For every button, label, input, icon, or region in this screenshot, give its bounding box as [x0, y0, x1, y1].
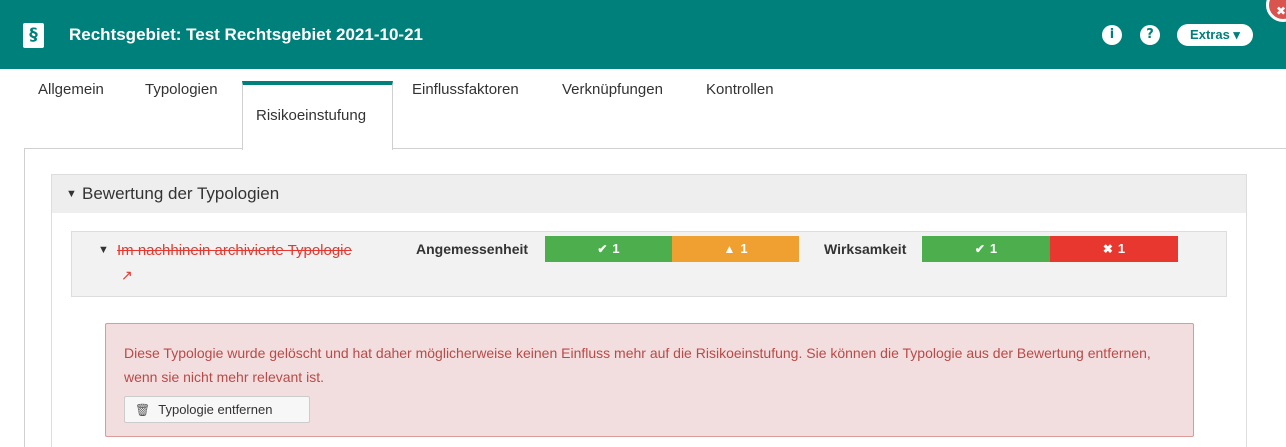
check-circle-icon: ✔ [974, 242, 985, 256]
angemessenheit-warning-bar: ▲ 1 [672, 236, 799, 262]
alert-message: Diese Typologie wurde gelöscht und hat d… [124, 345, 1151, 385]
angemessenheit-label: Angemessenheit [416, 241, 529, 257]
angemessenheit-warning-count: 1 [740, 241, 748, 256]
wirksamkeit-label: Wirksamkeit [824, 241, 907, 257]
remove-typology-label: Typologie entfernen [158, 402, 273, 417]
tab-allgemein[interactable]: Allgemein [38, 81, 104, 149]
tab-kontrollen[interactable]: Kontrollen [706, 81, 774, 149]
typology-name: Im nachhinein archivierte Typologie [117, 242, 352, 259]
window-title: Rechtsgebiet: Test Rechtsgebiet 2021-10-… [69, 25, 423, 44]
wirksamkeit-ok-bar: ✔ 1 [922, 236, 1050, 262]
trash-icon: 🗑 [135, 403, 151, 417]
tab-verknuepfungen[interactable]: Verknüpfungen [562, 81, 663, 149]
remove-typology-button[interactable]: 🗑 Typologie entfernen [124, 396, 310, 423]
check-circle-icon: ✔ [597, 242, 608, 256]
tab-typologien[interactable]: Typologien [145, 81, 218, 149]
wirksamkeit-error-bar: ✖ 1 [1050, 236, 1178, 262]
wirksamkeit-ok-count: 1 [989, 241, 998, 256]
tab-bar: Allgemein Typologien Risikoeinstufung Ei… [0, 81, 1286, 150]
close-icon[interactable]: ✖ [1266, 0, 1286, 22]
tab-risikoeinstufung[interactable]: Risikoeinstufung [242, 81, 393, 150]
angemessenheit-ok-bar: ✔ 1 [545, 236, 672, 262]
typology-caret-down-icon[interactable]: ▼ [98, 244, 109, 256]
section-header-bewertung[interactable]: ▼ Bewertung der Typologien [51, 174, 1247, 214]
warning-icon: ▲ [723, 242, 736, 256]
typology-link[interactable]: Im nachhinein archivierte Typologie ↗ [117, 239, 357, 288]
extras-dropdown-button[interactable]: Extras ▾ [1177, 24, 1253, 46]
caret-down-icon: ▼ [66, 188, 77, 200]
external-link-icon[interactable]: ↗ [121, 263, 133, 287]
section-title: Bewertung der Typologien [82, 184, 280, 203]
help-icon[interactable]: ? [1140, 25, 1160, 45]
times-circle-icon: ✖ [1102, 242, 1113, 256]
angemessenheit-ok-count: 1 [612, 241, 620, 256]
wirksamkeit-error-count: 1 [1117, 241, 1126, 256]
info-icon[interactable]: i [1102, 25, 1122, 45]
title-bar: § Rechtsgebiet: Test Rechtsgebiet 2021-1… [0, 0, 1286, 69]
tab-einflussfaktoren[interactable]: Einflussfaktoren [412, 81, 519, 149]
paragraph-logo-icon: § [23, 23, 44, 48]
